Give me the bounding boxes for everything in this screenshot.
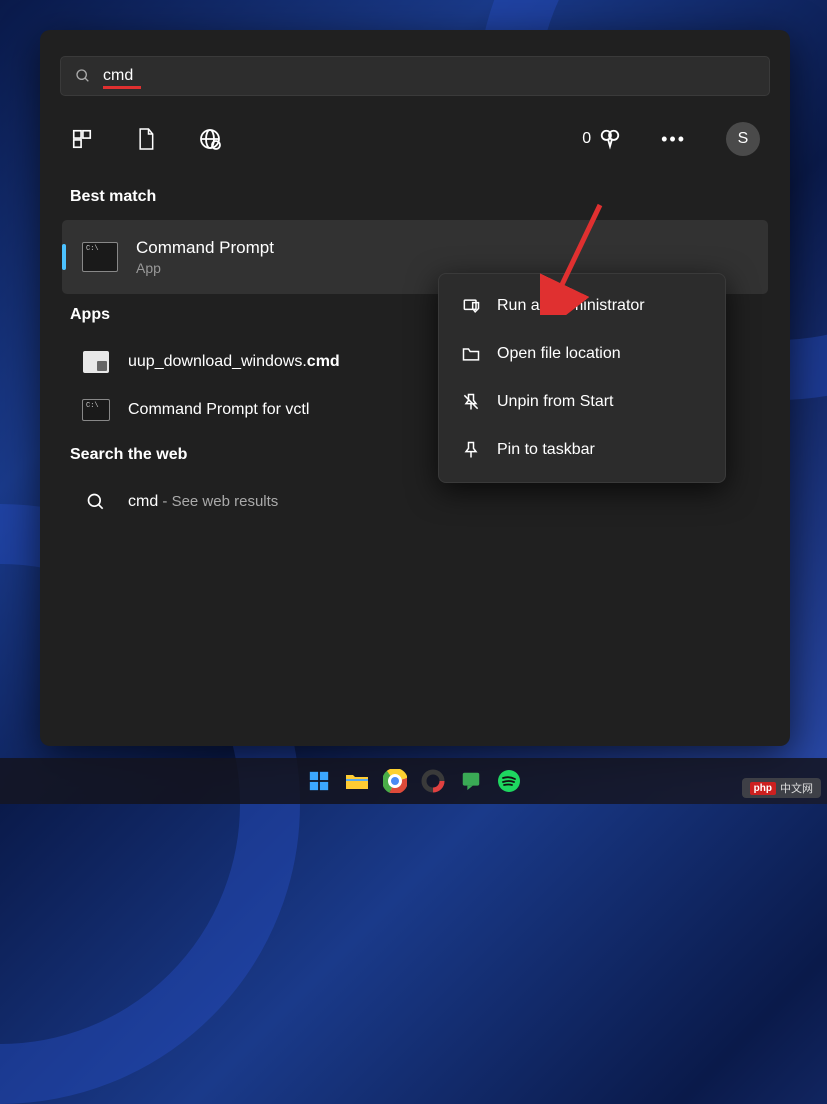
web-result-item[interactable]: cmd - See web results [40,478,790,526]
filter-web-icon[interactable] [198,127,222,151]
user-avatar[interactable]: S [726,122,760,156]
cmd-file-icon [83,351,109,373]
annotation-underline [103,86,141,89]
start-button[interactable] [305,767,333,795]
filter-documents-icon[interactable] [134,127,158,151]
search-input[interactable]: cmd [103,67,133,85]
menu-pin-taskbar[interactable]: Pin to taskbar [439,426,725,474]
taskbar-app-icon[interactable] [457,767,485,795]
menu-label: Run as administrator [497,297,645,315]
taskbar-explorer-icon[interactable] [343,767,371,795]
filter-row: 0 ••• S [40,96,790,176]
search-box[interactable]: cmd [60,56,770,96]
taskbar [0,758,827,804]
result-label: uup_download_windows.cmd [128,353,340,371]
menu-label: Open file location [497,345,621,363]
menu-label: Pin to taskbar [497,441,595,459]
admin-shield-icon [461,296,481,316]
menu-open-location[interactable]: Open file location [439,330,725,378]
pin-icon [461,440,481,460]
menu-unpin-start[interactable]: Unpin from Start [439,378,725,426]
command-prompt-icon [82,242,118,272]
result-subtitle: App [136,260,274,276]
search-icon [75,68,91,84]
command-prompt-icon [82,399,110,421]
menu-label: Unpin from Start [497,393,613,411]
taskbar-chrome-icon[interactable] [381,767,409,795]
filter-apps-icon[interactable] [70,127,94,151]
context-menu: Run as administrator Open file location … [438,273,726,483]
web-result-label: cmd - See web results [128,493,278,511]
watermark: php 中文网 [742,778,821,798]
unpin-icon [461,392,481,412]
selection-indicator [62,244,66,270]
result-label: Command Prompt for vctl [128,401,309,419]
folder-icon [461,344,481,364]
menu-run-as-admin[interactable]: Run as administrator [439,282,725,330]
result-title: Command Prompt [136,238,274,258]
taskbar-app-icon[interactable] [419,767,447,795]
more-icon[interactable]: ••• [661,129,686,150]
rewards-points: 0 [582,130,591,148]
section-best-match: Best match [40,176,790,220]
search-icon [86,492,106,512]
taskbar-spotify-icon[interactable] [495,767,523,795]
rewards-badge[interactable]: 0 [582,128,621,150]
